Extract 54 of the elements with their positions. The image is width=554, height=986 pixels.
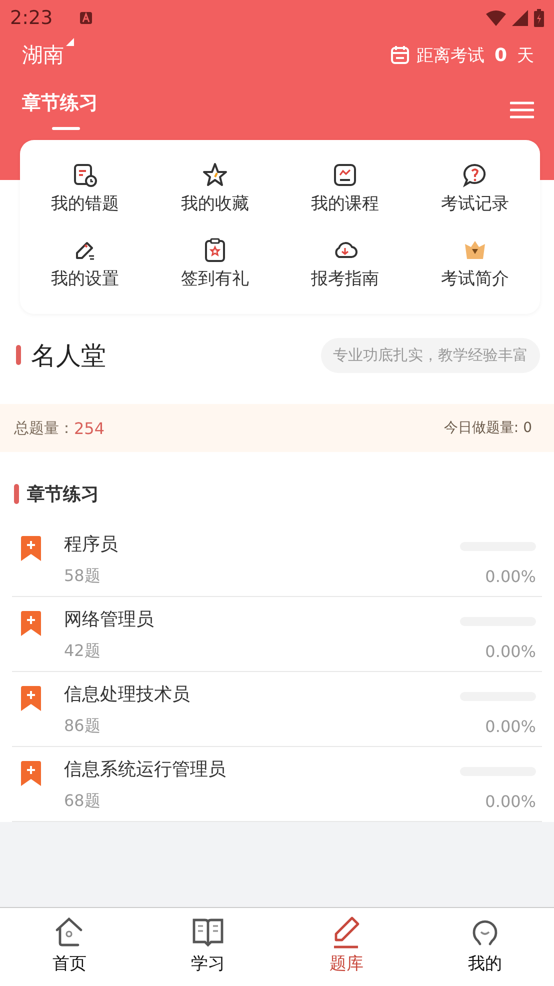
today-count: 今日做题量: 0: [444, 419, 532, 437]
question-count: 86题: [64, 716, 100, 737]
battery-icon: [534, 9, 544, 27]
shortcut-item[interactable]: 我的设置: [20, 237, 150, 290]
error-list-icon: [72, 162, 98, 188]
chapter-row[interactable]: 信息处理技术员 86题 0.00%: [12, 672, 542, 747]
nav-tab[interactable]: 我的: [416, 908, 554, 986]
star-icon: [202, 162, 228, 188]
wifi-icon: [486, 10, 506, 26]
bookmark-plus-icon: [20, 536, 42, 562]
total-value: 254: [74, 418, 105, 438]
chapter-name: 信息处理技术员: [64, 683, 190, 706]
question-bubble-icon: [462, 162, 488, 188]
chapter-row[interactable]: 网络管理员 42题 0.00%: [12, 597, 542, 672]
shortcut-item[interactable]: 我的课程: [280, 162, 410, 215]
bookmark-plus-icon: [20, 761, 42, 787]
bookmark-plus-icon: [20, 611, 42, 637]
signal-icon: [512, 10, 528, 26]
shortcut-item[interactable]: 签到有礼: [150, 237, 280, 290]
section-title: 章节练习: [27, 483, 99, 506]
progress-percent: 0.00%: [485, 567, 536, 586]
chart-icon: [332, 162, 358, 188]
question-count: 58题: [64, 566, 100, 587]
chapter-name: 程序员: [64, 533, 118, 556]
nav-tab[interactable]: 学习: [138, 908, 277, 986]
countdown-unit: 天: [517, 44, 534, 66]
menu-icon[interactable]: [510, 101, 534, 119]
question-count: 42题: [64, 641, 100, 662]
chapter-row[interactable]: 程序员 58题 0.00%: [12, 522, 542, 597]
dropdown-triangle-icon: [66, 38, 74, 46]
nav-tab[interactable]: 首页: [0, 908, 138, 986]
accent-bar: [16, 345, 21, 365]
shortcut-item[interactable]: 考试记录: [410, 162, 540, 215]
tagline-pill: 专业功底扎实，教学经验丰富: [321, 338, 540, 372]
countdown-label: 距离考试: [416, 44, 484, 66]
total-label: 总题量：: [14, 418, 74, 438]
accent-bar: [14, 484, 19, 504]
bookmark-plus-icon: [20, 686, 42, 712]
section-title: 名人堂: [31, 340, 106, 372]
progress-percent: 0.00%: [485, 642, 536, 661]
status-time: 2:23: [10, 7, 53, 29]
chapter-name: 信息系统运行管理员: [64, 758, 226, 781]
calendar-icon: [390, 45, 410, 65]
countdown-value: 0: [494, 44, 507, 66]
shortcut-item[interactable]: 我的收藏: [150, 162, 280, 215]
progress-percent: 0.00%: [485, 717, 536, 736]
question-count: 68题: [64, 791, 100, 812]
shortcut-item[interactable]: 报考指南: [280, 237, 410, 290]
chapter-name: 网络管理员: [64, 608, 154, 631]
nav-tab[interactable]: 题库: [277, 908, 416, 986]
progress-percent: 0.00%: [485, 792, 536, 811]
shortcut-item[interactable]: 考试简介: [410, 237, 540, 290]
shortcut-item[interactable]: 我的错题: [20, 162, 150, 215]
notification-icon: [78, 11, 93, 25]
